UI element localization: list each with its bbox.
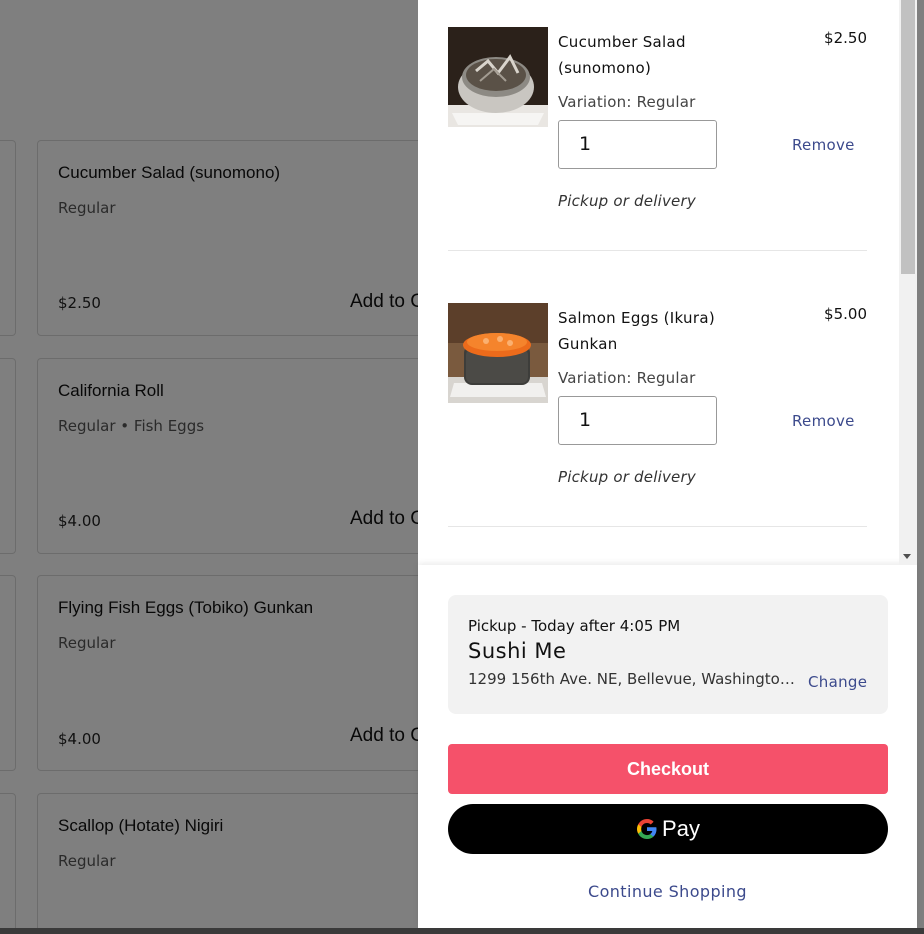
pickup-info: Pickup - Today after 4:05 PM Sushi Me 12… bbox=[448, 595, 888, 714]
item-photo bbox=[448, 27, 548, 127]
quantity-input[interactable]: 1 bbox=[558, 120, 717, 169]
cart-item: Salmon Eggs (Ikura) Gunkan $5.00 Variati… bbox=[448, 303, 867, 493]
quantity-input[interactable]: 1 bbox=[558, 396, 717, 445]
item-variation: Variation: Regular bbox=[558, 369, 696, 387]
item-photo bbox=[448, 303, 548, 403]
cart-footer: Pickup - Today after 4:05 PM Sushi Me 12… bbox=[418, 565, 917, 928]
cart-items-list: Cucumber Salad (sunomono) $2.50 Variatio… bbox=[418, 0, 917, 565]
divider bbox=[448, 526, 867, 527]
item-name: Salmon Eggs (Ikura) Gunkan bbox=[558, 309, 715, 353]
item-price: $2.50 bbox=[824, 29, 867, 47]
item-variation: Variation: Regular bbox=[558, 93, 696, 111]
google-pay-label: Pay bbox=[662, 816, 700, 841]
cart-scrollbar[interactable] bbox=[899, 0, 917, 565]
store-address: 1299 156th Ave. NE, Bellevue, Washington… bbox=[468, 670, 798, 688]
remove-button[interactable]: Remove bbox=[792, 412, 855, 430]
divider bbox=[448, 250, 867, 251]
item-name: Cucumber Salad (sunomono) bbox=[558, 33, 686, 77]
cart-drawer: Cucumber Salad (sunomono) $2.50 Variatio… bbox=[418, 0, 917, 928]
item-price: $5.00 bbox=[824, 305, 867, 323]
pickup-time: Pickup - Today after 4:05 PM bbox=[468, 617, 681, 635]
google-pay-button[interactable]: Pay bbox=[448, 804, 888, 854]
remove-button[interactable]: Remove bbox=[792, 136, 855, 154]
fulfillment-note: Pickup or delivery bbox=[558, 468, 696, 486]
cart-item: Cucumber Salad (sunomono) $2.50 Variatio… bbox=[448, 27, 867, 217]
store-name: Sushi Me bbox=[468, 639, 567, 663]
scrollbar-thumb[interactable] bbox=[901, 0, 915, 274]
window-bottom-edge bbox=[0, 928, 924, 934]
fulfillment-note: Pickup or delivery bbox=[558, 192, 696, 210]
scroll-down-arrow-icon[interactable] bbox=[903, 554, 911, 559]
change-pickup-link[interactable]: Change bbox=[808, 673, 867, 691]
continue-shopping-link[interactable]: Continue Shopping bbox=[418, 882, 917, 901]
google-g-icon bbox=[637, 819, 657, 839]
checkout-button[interactable]: Checkout bbox=[448, 744, 888, 794]
